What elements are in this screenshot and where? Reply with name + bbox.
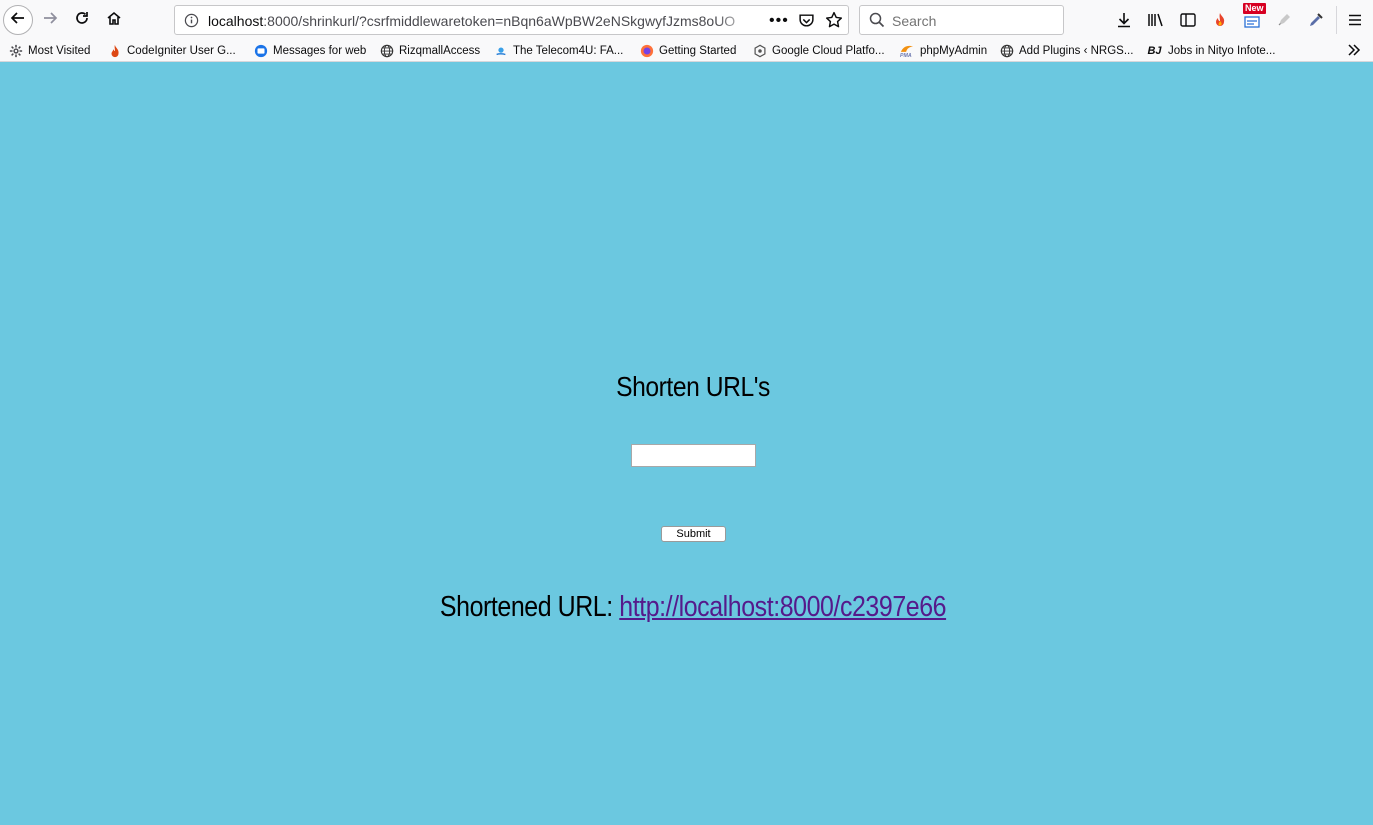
- bookmark-label: RizqmallAccess: [399, 45, 481, 57]
- url-host: localhost: [208, 13, 264, 29]
- forward-button[interactable]: [35, 5, 65, 35]
- submit-button[interactable]: Submit: [661, 526, 726, 542]
- page-actions-icon[interactable]: •••: [769, 12, 789, 30]
- shortened-url-result: Shortened URL: http://localhost:8000/c23…: [97, 591, 1289, 624]
- bookmark-most-visited[interactable]: Most Visited: [9, 42, 90, 60]
- new-extension-icon[interactable]: New: [1241, 3, 1266, 31]
- browser-toolbar: localhost:8000/shrinkurl/?csrfmiddleware…: [0, 0, 1373, 40]
- bookmark-label: Add Plugins ‹ NRGS...: [1019, 45, 1134, 57]
- shortened-url-link[interactable]: http://localhost:8000/c2397e66: [619, 591, 946, 623]
- eyedropper-icon[interactable]: [1305, 9, 1327, 31]
- bookmark-add-plugins[interactable]: Add Plugins ‹ NRGS...: [1000, 42, 1133, 60]
- url-text[interactable]: localhost:8000/shrinkurl/?csrfmiddleware…: [208, 13, 753, 29]
- bj-icon: BJ: [1147, 45, 1162, 57]
- new-badge: New: [1243, 3, 1266, 14]
- menu-icon[interactable]: [1344, 9, 1366, 31]
- forward-arrow-icon: [42, 10, 58, 31]
- pencil-icon[interactable]: [1273, 9, 1295, 31]
- bookmark-rizqmall[interactable]: RizqmallAccess: [380, 42, 480, 60]
- pma-icon: PMA: [899, 44, 915, 58]
- bookmark-phpmyadmin[interactable]: PMA phpMyAdmin: [899, 42, 987, 60]
- page-title: Shorten URL's: [616, 371, 770, 402]
- bookmarks-toolbar: Most Visited CodeIgniter User G... Messa…: [0, 40, 1373, 62]
- telecom-icon: [494, 44, 508, 58]
- sidebar-icon[interactable]: [1177, 9, 1199, 31]
- bookmark-label: phpMyAdmin: [920, 45, 988, 57]
- bookmark-label: Google Cloud Platfo...: [772, 45, 885, 57]
- gear-icon: [9, 44, 23, 58]
- home-button[interactable]: [99, 5, 129, 35]
- library-icon[interactable]: [1145, 9, 1167, 31]
- bookmark-messages[interactable]: Messages for web: [254, 42, 366, 60]
- bookmark-codeigniter[interactable]: CodeIgniter User G...: [108, 42, 236, 60]
- globe-icon: [1000, 44, 1014, 58]
- flame-extension-icon[interactable]: [1209, 9, 1231, 31]
- flame-icon: [108, 44, 122, 58]
- downloads-icon[interactable]: [1113, 9, 1135, 31]
- svg-text:PMA: PMA: [900, 53, 912, 58]
- reload-icon: [74, 10, 90, 31]
- firefox-icon: [640, 44, 654, 58]
- globe-icon: [380, 44, 394, 58]
- bookmark-label: Most Visited: [28, 45, 91, 57]
- url-path: :8000/shrinkurl/?csrfmiddlewaretoken=nBq…: [263, 13, 736, 29]
- messages-icon: [254, 44, 268, 58]
- bookmark-label: The Telecom4U: FA...: [513, 45, 624, 57]
- bookmarks-overflow-icon[interactable]: [1347, 42, 1361, 63]
- pocket-icon[interactable]: [798, 12, 815, 34]
- back-arrow-icon: [10, 10, 26, 31]
- bookmark-label: Messages for web: [273, 45, 367, 57]
- bookmark-nityo-jobs[interactable]: BJ Jobs in Nityo Infote...: [1146, 42, 1275, 60]
- bookmark-getting-started[interactable]: Getting Started: [640, 42, 736, 60]
- toolbar-divider: [1336, 6, 1337, 34]
- address-bar[interactable]: localhost:8000/shrinkurl/?csrfmiddleware…: [174, 5, 849, 35]
- bookmark-label: Jobs in Nityo Infote...: [1168, 45, 1276, 57]
- bookmark-label: CodeIgniter User G...: [127, 45, 236, 57]
- reload-button[interactable]: [67, 5, 97, 35]
- back-button[interactable]: [3, 5, 33, 35]
- cloud-icon: [753, 44, 767, 58]
- page-content: Shorten URL's Submit Shortened URL: http…: [0, 63, 1373, 825]
- info-icon[interactable]: [184, 13, 199, 33]
- bookmark-telecom4u[interactable]: The Telecom4U: FA...: [494, 42, 623, 60]
- bookmark-label: Getting Started: [659, 45, 737, 57]
- url-input[interactable]: [631, 444, 756, 467]
- home-icon: [106, 10, 122, 31]
- search-placeholder: Search: [892, 13, 937, 29]
- search-icon: [869, 12, 885, 33]
- search-bar[interactable]: Search: [859, 5, 1064, 35]
- url-fade: [715, 8, 755, 32]
- bookmark-star-icon[interactable]: [825, 11, 843, 34]
- bookmark-google-cloud[interactable]: Google Cloud Platfo...: [753, 42, 885, 60]
- shortened-url-label: Shortened URL:: [439, 591, 613, 623]
